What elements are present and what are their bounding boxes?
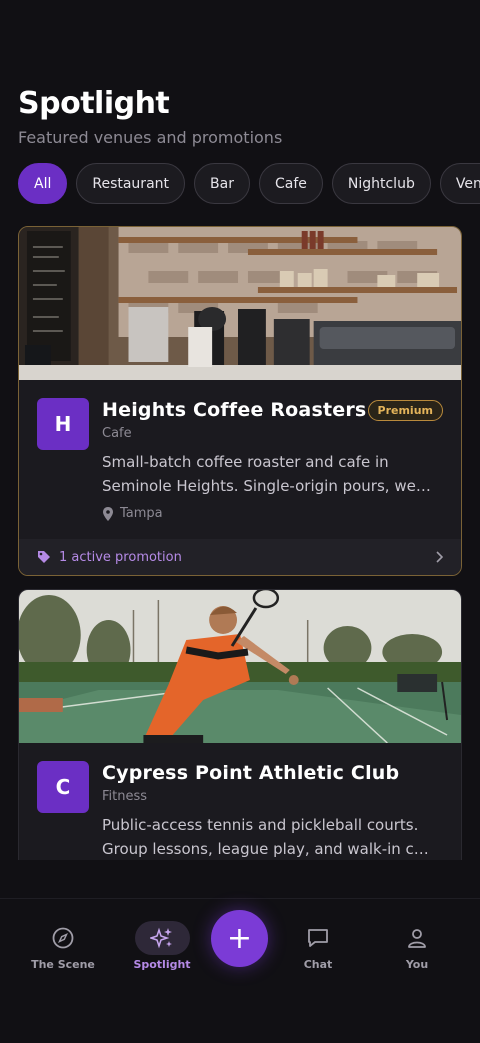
list-fade [0, 860, 480, 900]
venue-description: Small-batch coffee roaster and cafe in S… [102, 453, 431, 495]
spotlight-screen: Spotlight Featured venues and promotions… [0, 0, 480, 1043]
venue-card[interactable]: H Heights Coffee Roasters Premium Cafe S… [18, 226, 462, 576]
nav-item-you[interactable]: You [377, 921, 457, 971]
venue-avatar: C [37, 761, 89, 813]
compass-icon [52, 921, 74, 955]
nav-label-spotlight: Spotlight [133, 958, 191, 971]
user-icon [406, 921, 428, 955]
premium-badge: Premium [367, 400, 443, 421]
filter-chip-all[interactable]: All [18, 163, 68, 204]
filter-chip-cafe[interactable]: Cafe [258, 163, 323, 204]
nav-item-the-scene[interactable]: The Scene [23, 921, 103, 971]
nav-label-you: You [405, 958, 429, 971]
category-filter-bar: All Restaurant Bar Cafe Nightclub Venue [18, 163, 480, 204]
venue-description: Public-access tennis and pickleball cour… [102, 816, 429, 858]
nav-label-the-scene: The Scene [31, 958, 95, 971]
page-title: Spotlight [18, 86, 170, 121]
nav-label-chat: Chat [303, 958, 333, 971]
venue-avatar: H [37, 398, 89, 450]
page-subtitle: Featured venues and promotions [18, 128, 283, 147]
chat-bubble-icon [307, 921, 329, 955]
venue-location: Tampa [102, 506, 163, 521]
location-pin-icon [102, 506, 114, 521]
promotion-row[interactable]: 1 active promotion [19, 539, 461, 575]
venue-photo-tennis-court [19, 590, 461, 743]
add-button[interactable]: + [211, 910, 268, 967]
filter-chip-bar[interactable]: Bar [194, 163, 250, 204]
nav-item-spotlight[interactable]: Spotlight [122, 921, 202, 971]
sparkles-icon [134, 921, 190, 955]
filter-chip-nightclub[interactable]: Nightclub [331, 163, 431, 204]
venue-category: Fitness [102, 789, 148, 804]
venue-card[interactable]: C Cypress Point Athletic Club Fitness Pu… [18, 589, 462, 861]
nav-item-chat[interactable]: Chat [278, 921, 358, 971]
filter-chip-venue[interactable]: Venue [439, 163, 480, 204]
bottom-navigation: The Scene Spotlight + Chat You [0, 898, 480, 1043]
filter-chip-restaurant[interactable]: Restaurant [76, 163, 186, 204]
chevron-right-icon [435, 551, 443, 563]
promotion-count: 1 active promotion [59, 549, 182, 565]
venue-location-text: Tampa [120, 506, 163, 521]
venue-name[interactable]: Cypress Point Athletic Club [102, 762, 399, 784]
venue-photo-coffee-shop [19, 227, 461, 380]
venue-category: Cafe [102, 426, 132, 441]
tag-icon [37, 550, 51, 564]
venue-name[interactable]: Heights Coffee Roasters [102, 399, 366, 421]
